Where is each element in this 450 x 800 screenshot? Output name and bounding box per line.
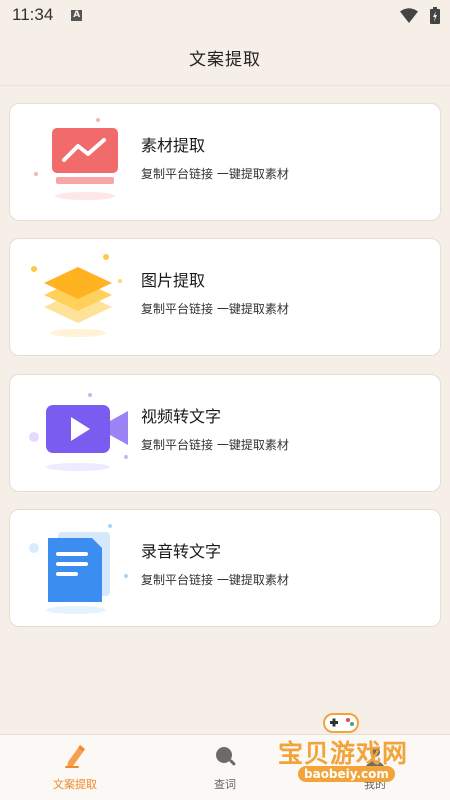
card-video-to-text[interactable]: 视频转文字 复制平台链接 一键提取素材 xyxy=(9,374,441,492)
chart-screen-icon xyxy=(34,118,118,200)
watermark-logo: 宝贝游戏网 baobeiy.com xyxy=(268,708,428,798)
status-bar: 11:34 A xyxy=(0,0,450,30)
battery-icon xyxy=(430,7,440,24)
document-icon xyxy=(29,524,128,614)
card-image-extract[interactable]: 图片提取 复制平台链接 一键提取素材 xyxy=(9,238,441,356)
card-title: 视频转文字 xyxy=(141,407,222,426)
gamepad-icon xyxy=(323,713,359,733)
card-desc: 复制平台链接 一键提取素材 xyxy=(141,167,289,181)
tab-lookup[interactable]: 查词 xyxy=(175,735,275,800)
card-desc: 复制平台链接 一键提取素材 xyxy=(141,573,289,587)
card-title: 图片提取 xyxy=(141,271,206,290)
tab-label: 文案提取 xyxy=(53,778,97,791)
watermark-url: baobeiy.com xyxy=(298,766,395,782)
status-time: 11:34 xyxy=(12,5,54,24)
card-desc: 复制平台链接 一键提取素材 xyxy=(141,302,289,316)
status-indicators xyxy=(400,7,440,24)
layers-icon xyxy=(31,254,122,337)
app-header: 文案提取 xyxy=(0,30,450,86)
card-title: 素材提取 xyxy=(141,136,206,155)
tab-copy-extract[interactable]: 文案提取 xyxy=(25,735,125,800)
search-icon xyxy=(216,747,236,766)
card-audio-to-text[interactable]: 录音转文字 复制平台链接 一键提取素材 xyxy=(9,509,441,627)
tab-label: 查词 xyxy=(214,778,236,791)
video-camera-icon xyxy=(29,393,128,471)
pencil-icon xyxy=(65,745,85,768)
page-title: 文案提取 xyxy=(189,50,261,70)
a-notification-icon: A xyxy=(71,9,83,21)
card-desc: 复制平台链接 一键提取素材 xyxy=(141,438,289,452)
card-title: 录音转文字 xyxy=(141,542,222,561)
card-material-extract[interactable]: 素材提取 复制平台链接 一键提取素材 xyxy=(9,103,441,221)
watermark-text: 宝贝游戏网 xyxy=(278,739,409,768)
wifi-icon xyxy=(400,8,418,23)
